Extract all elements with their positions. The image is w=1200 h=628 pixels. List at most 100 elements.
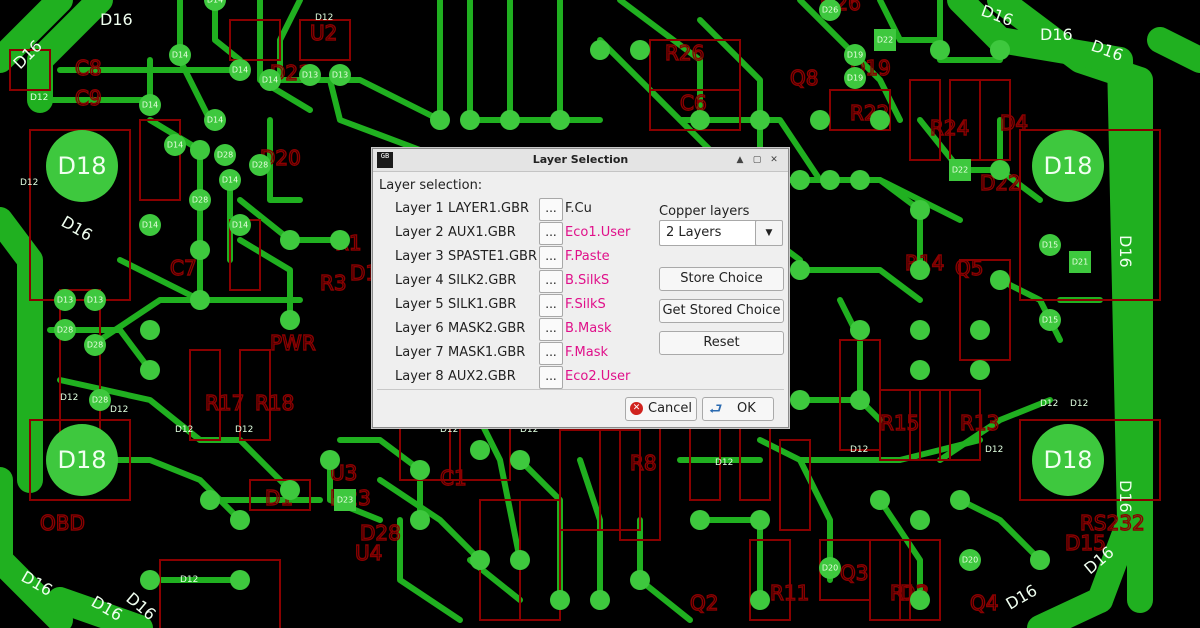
round-pad [750, 590, 770, 610]
silkscreen-label: D28 [360, 521, 401, 545]
layer-row: Layer 8 AUX2.GBR... Eco2.User [395, 366, 655, 389]
pad-label: D14 [167, 141, 183, 150]
pad-label: D13 [302, 71, 318, 80]
round-pad [690, 110, 710, 130]
silkscreen-label: Q8 [790, 66, 818, 90]
pcb-layer-name[interactable]: F.Paste [565, 249, 610, 264]
round-pad [200, 490, 220, 510]
close-icon[interactable]: ✕ [767, 153, 781, 167]
pcb-layer-name[interactable]: B.Mask [565, 321, 612, 336]
pad-label: D13 [87, 296, 103, 305]
pad-label: D28 [57, 326, 73, 335]
copper-layers-count-select[interactable]: 2 Layers [659, 220, 761, 246]
track [147, 117, 203, 203]
layer-number-label: Layer 4 [395, 273, 444, 288]
round-pad [870, 490, 890, 510]
browse-layer-button[interactable]: ... [539, 270, 563, 293]
browse-layer-button[interactable]: ... [539, 342, 563, 365]
mounting-pad-label: D18 [57, 152, 106, 180]
pad-label: D28 [192, 196, 208, 205]
dropdown-arrow-icon[interactable]: ▼ [755, 220, 783, 246]
pad-label: D14 [222, 176, 238, 185]
round-pad [410, 510, 430, 530]
browse-layer-button[interactable]: ... [539, 366, 563, 389]
dialog-title: Layer Selection [532, 153, 629, 166]
ok-button[interactable]: ⮐ OK [702, 397, 774, 421]
silkscreen-label: R24 [930, 116, 969, 140]
collapse-icon[interactable]: ▲ [733, 153, 747, 167]
pcb-layer-name[interactable]: B.SilkS [565, 273, 609, 288]
pad-label: D21 [1072, 258, 1088, 267]
pcb-layer-name[interactable]: F.Cu [565, 201, 592, 216]
silkscreen-label: C7 [170, 256, 197, 280]
cancel-button[interactable]: ✕ Cancel [625, 397, 697, 421]
gerber-file-name: SILK1.GBR [448, 297, 517, 312]
layer-row: Layer 4 SILK2.GBR... B.SilkS [395, 270, 655, 293]
layer-row: Layer 3 SPASTE1.GBR... F.Paste [395, 246, 655, 269]
round-pad [850, 170, 870, 190]
silkscreen-label: PWR [270, 331, 316, 355]
round-pad [460, 110, 480, 130]
round-pad [970, 320, 990, 340]
round-pad [970, 360, 990, 380]
round-pad [910, 260, 930, 280]
pad-label: D26 [822, 6, 838, 15]
round-pad [590, 590, 610, 610]
round-pad [330, 230, 350, 250]
track [197, 437, 293, 493]
round-pad [470, 550, 490, 570]
pad-label: D15 [1042, 316, 1058, 325]
gerber-file-name: SILK2.GBR [448, 273, 517, 288]
layer-number-label: Layer 5 [395, 297, 444, 312]
round-pad [430, 110, 450, 130]
round-pad [230, 570, 250, 590]
store-choice-button[interactable]: Store Choice [659, 267, 784, 291]
track [797, 267, 923, 303]
silkscreen-label: R8 [630, 451, 657, 475]
net-label: D12 [20, 178, 38, 188]
pad-label: D14 [207, 0, 223, 5]
net-label: D12 [60, 393, 78, 403]
get-stored-choice-button[interactable]: Get Stored Choice [659, 299, 784, 323]
reset-button[interactable]: Reset [659, 331, 784, 355]
gerber-file-name: MASK2.GBR [448, 321, 526, 336]
browse-layer-button[interactable]: ... [539, 294, 563, 317]
round-pad [190, 290, 210, 310]
round-pad [790, 390, 810, 410]
round-pad [190, 140, 210, 160]
pcb-layer-name[interactable]: F.Mask [565, 345, 608, 360]
round-pad [810, 110, 830, 130]
silkscreen-label: Q4 [970, 591, 998, 615]
round-pad [910, 360, 930, 380]
browse-layer-button[interactable]: ... [539, 198, 563, 221]
gerber-file-name: AUX2.GBR [448, 369, 516, 384]
browse-layer-button[interactable]: ... [539, 318, 563, 341]
maximize-icon[interactable]: ▢ [750, 153, 764, 167]
track [517, 457, 563, 603]
component-outline [869, 539, 911, 621]
round-pad [850, 320, 870, 340]
silkscreen-label: C8 [75, 56, 102, 80]
browse-layer-button[interactable]: ... [539, 246, 563, 269]
round-pad [410, 460, 430, 480]
mounting-pad-label: D18 [57, 446, 106, 474]
browse-layer-button[interactable]: ... [539, 222, 563, 245]
net-label: D12 [315, 13, 333, 23]
track [117, 257, 303, 303]
pcb-layer-name[interactable]: Eco1.User [565, 225, 630, 240]
pcb-layer-name[interactable]: Eco2.User [565, 369, 630, 384]
pad-label: D28 [252, 161, 268, 170]
net-label: D12 [715, 458, 733, 468]
silkscreen-label: R26 [665, 41, 704, 65]
track [477, 417, 523, 563]
round-pad [280, 480, 300, 500]
silkscreen-label: Q2 [690, 591, 718, 615]
round-pad [990, 160, 1010, 180]
track [237, 237, 293, 323]
layer-row: Layer 2 AUX1.GBR... Eco1.User [395, 222, 655, 245]
pcb-layer-name[interactable]: F.SilkS [565, 297, 606, 312]
title-bar[interactable]: GB Layer Selection ▲ ▢ ✕ [373, 149, 788, 172]
gerber-file-name: MASK1.GBR [448, 345, 526, 360]
layer-selection-dialog: GB Layer Selection ▲ ▢ ✕ Layer selection… [372, 148, 789, 428]
diode-label: D16 [1003, 581, 1041, 614]
